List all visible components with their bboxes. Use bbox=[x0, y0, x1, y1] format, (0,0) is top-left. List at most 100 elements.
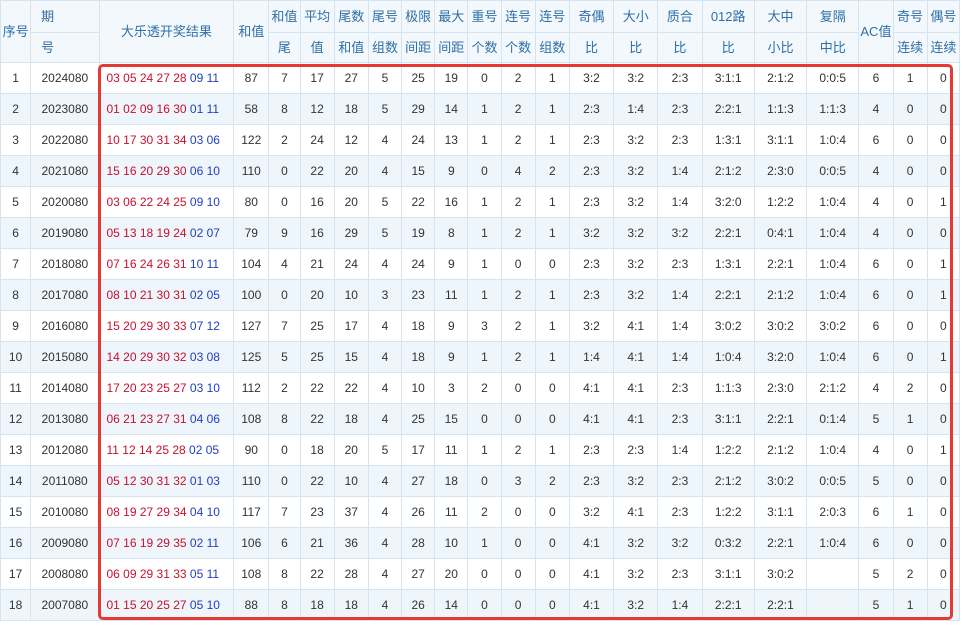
cell-range: 22 bbox=[401, 186, 436, 218]
cell-even-run: 0 bbox=[926, 372, 961, 404]
cell-index: 9 bbox=[0, 310, 32, 342]
cell-result: 01 15 20 25 27 05 10 bbox=[98, 589, 235, 621]
cell-big-small: 3:2 bbox=[613, 155, 659, 187]
front-balls: 07 16 19 29 35 bbox=[106, 536, 187, 550]
cell-avg: 18 bbox=[299, 589, 335, 621]
col-header-range-2: 间距 bbox=[401, 32, 436, 63]
cell-sum: 110 bbox=[233, 465, 270, 497]
cell-ac: 6 bbox=[858, 527, 894, 559]
front-balls: 11 12 14 25 28 bbox=[106, 443, 186, 457]
cell-index: 18 bbox=[0, 589, 32, 621]
cell-tail-sum: 20 bbox=[333, 434, 369, 466]
cell-ac: 5 bbox=[858, 558, 894, 590]
cell-sum-tail: 0 bbox=[268, 155, 301, 187]
cell-avg: 21 bbox=[299, 248, 335, 280]
col-header-avg: 平均 bbox=[299, 0, 335, 33]
cell-012: 1:1:3 bbox=[701, 372, 755, 404]
cell-range: 26 bbox=[401, 589, 436, 621]
cell-fg: 1:0:4 bbox=[806, 248, 860, 280]
cell-sum-tail: 0 bbox=[268, 186, 301, 218]
cell-max-gap: 15 bbox=[434, 403, 469, 435]
cell-index: 13 bbox=[0, 434, 32, 466]
cell-big-small: 4:1 bbox=[613, 372, 659, 404]
cell-odd-run: 0 bbox=[892, 279, 928, 311]
cell-max-gap: 9 bbox=[434, 155, 469, 187]
cell-max-gap: 9 bbox=[434, 248, 469, 280]
cell-avg: 12 bbox=[299, 93, 335, 125]
cell-issue: 2016080 bbox=[30, 310, 100, 342]
cell-tail-groups: 4 bbox=[367, 124, 403, 156]
back-balls: 06 10 bbox=[189, 164, 220, 178]
cell-big-small: 3:2 bbox=[613, 465, 659, 497]
col-header-issue[interactable]: 期 排序 ▲▼ bbox=[30, 0, 100, 33]
cell-result: 15 16 20 29 30 06 10 bbox=[98, 155, 235, 187]
table-row: 1 2024080 03 05 24 27 28 09 11 87 7 17 27 5 25 19… bbox=[0, 62, 961, 94]
cell-odd-run: 0 bbox=[892, 248, 928, 280]
back-balls: 10 11 bbox=[189, 257, 220, 271]
cell-ac: 5 bbox=[858, 465, 894, 497]
table-row: 7 2018080 07 16 24 26 31 10 11 104 4 21 24 4 24 9… bbox=[0, 248, 961, 280]
cell-fg: 1:0:4 bbox=[806, 186, 860, 218]
cell-repeat: 1 bbox=[467, 527, 502, 559]
cell-repeat: 1 bbox=[467, 124, 502, 156]
cell-prime: 2:3 bbox=[657, 124, 703, 156]
cell-issue: 2024080 bbox=[30, 62, 100, 94]
front-balls: 06 09 29 31 33 bbox=[106, 567, 187, 581]
cell-tail-sum: 20 bbox=[333, 155, 369, 187]
cell-odd-even: 3:2 bbox=[568, 217, 615, 249]
cell-even-run: 0 bbox=[926, 93, 961, 125]
cell-range: 23 bbox=[401, 279, 436, 311]
front-balls: 08 10 21 30 31 bbox=[106, 288, 187, 302]
cell-tail-sum: 18 bbox=[333, 403, 369, 435]
cell-odd-run: 0 bbox=[892, 124, 928, 156]
cell-012: 3:1:1 bbox=[701, 403, 755, 435]
cell-consec: 2 bbox=[500, 310, 536, 342]
col-header-bms: 大中 bbox=[753, 0, 808, 33]
cell-odd-even: 2:3 bbox=[568, 279, 615, 311]
cell-prime: 1:4 bbox=[657, 434, 703, 466]
cell-ac: 4 bbox=[858, 186, 894, 218]
cell-even-run: 0 bbox=[926, 496, 961, 528]
col-header-issue-label: 期 bbox=[41, 9, 55, 24]
table-body: 1 2024080 03 05 24 27 28 09 11 87 7 17 27 5 25 19… bbox=[0, 62, 961, 621]
cell-even-run: 0 bbox=[926, 124, 961, 156]
cell-result: 08 10 21 30 31 02 05 bbox=[98, 279, 235, 311]
cell-issue: 2007080 bbox=[30, 589, 100, 621]
cell-result: 03 06 22 24 25 09 10 bbox=[98, 186, 235, 218]
cell-prime: 2:3 bbox=[657, 496, 703, 528]
col-header-prime: 质合 bbox=[657, 0, 703, 33]
cell-big-small: 3:2 bbox=[613, 62, 659, 94]
cell-result: 05 12 30 31 32 01 03 bbox=[98, 465, 235, 497]
cell-issue: 2014080 bbox=[30, 372, 100, 404]
cell-sum: 125 bbox=[233, 341, 270, 373]
sort-label[interactable]: 排序 bbox=[71, 2, 91, 10]
cell-range: 19 bbox=[401, 217, 436, 249]
cell-big-small: 3:2 bbox=[613, 589, 659, 621]
sort-arrows-icon[interactable]: ▲▼ bbox=[71, 1, 89, 2]
cell-sum: 87 bbox=[233, 62, 270, 94]
cell-consec-groups: 0 bbox=[534, 527, 570, 559]
cell-tail-sum: 20 bbox=[333, 186, 369, 218]
cell-max-gap: 16 bbox=[434, 186, 469, 218]
cell-prime: 2:3 bbox=[657, 93, 703, 125]
cell-fg bbox=[806, 589, 860, 621]
cell-ac: 6 bbox=[858, 341, 894, 373]
cell-issue: 2019080 bbox=[30, 217, 100, 249]
cell-prime: 3:2 bbox=[657, 527, 703, 559]
cell-bms: 2:1:2 bbox=[753, 434, 808, 466]
cell-fg: 1:0:4 bbox=[806, 527, 860, 559]
cell-odd-run: 0 bbox=[892, 155, 928, 187]
cell-odd-run: 0 bbox=[892, 310, 928, 342]
cell-bms: 2:1:2 bbox=[753, 279, 808, 311]
cell-tail-sum: 10 bbox=[333, 279, 369, 311]
cell-tail-sum: 18 bbox=[333, 589, 369, 621]
cell-avg: 22 bbox=[299, 465, 335, 497]
col-header-bms-2: 小比 bbox=[753, 32, 808, 63]
cell-big-small: 4:1 bbox=[613, 496, 659, 528]
col-header-prime-2: 比 bbox=[657, 32, 703, 63]
cell-big-small: 3:2 bbox=[613, 279, 659, 311]
cell-repeat: 1 bbox=[467, 217, 502, 249]
cell-result: 06 09 29 31 33 05 11 bbox=[98, 558, 235, 590]
cell-max-gap: 14 bbox=[434, 589, 469, 621]
cell-index: 8 bbox=[0, 279, 32, 311]
